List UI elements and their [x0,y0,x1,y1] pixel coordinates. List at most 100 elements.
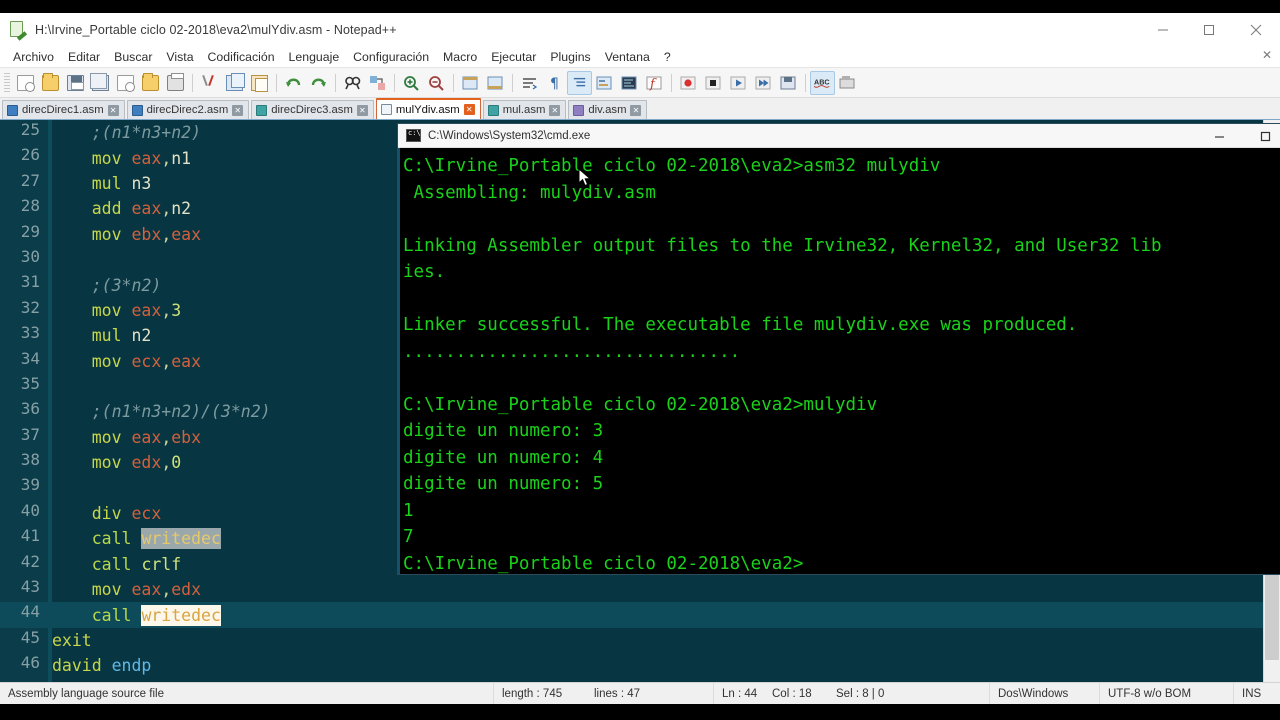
tab-direcdirec3[interactable]: direcDirec3.asm ✕ [251,100,374,119]
cmd-output-area[interactable]: C:\Irvine_Portable ciclo 02-2018\eva2>as… [398,148,1280,574]
toolbar-separator [453,73,454,92]
menu-item-macro[interactable]: Macro [436,48,484,66]
word-wrap-icon[interactable] [517,71,542,95]
close-document-button[interactable]: ✕ [1262,48,1272,62]
code-text: mov eax, ebx [91,427,202,447]
stop-macro-icon[interactable] [701,71,726,95]
tab-mulydiv[interactable]: mulYdiv.asm ✕ [375,98,481,119]
show-all-chars-icon[interactable]: ¶ [542,71,567,95]
menu-item-configuracion[interactable]: Configuración [346,48,436,66]
command-prompt-window[interactable]: C:\Windows\System32\cmd.exe C:\Irvine_Po… [398,124,1280,574]
menubar: Archivo Editar Buscar Vista Codificación… [0,46,1280,68]
code-text: david endp [52,656,152,676]
tab-direcdirec2[interactable]: direcDirec2.asm ✕ [126,100,250,119]
status-eol: Dos\Windows [990,682,1100,705]
line-number: 33 [20,323,40,343]
play-macro-multiple-icon[interactable] [751,71,776,95]
toolbar-separator [805,73,806,92]
run-icon[interactable] [835,71,860,95]
redo-icon[interactable] [306,71,331,95]
cmd-minimize-button[interactable] [1196,124,1242,148]
copy-icon[interactable] [222,71,247,95]
sync-scroll-v-icon[interactable] [458,71,483,95]
line-number: 41 [20,526,40,546]
toolbar-grip[interactable] [4,72,10,93]
code-line[interactable]: 46 david endp [0,653,1280,678]
tab-label: mul.asm [502,104,546,116]
zoom-in-icon[interactable] [399,71,424,95]
close-file-icon[interactable] [113,71,138,95]
close-button[interactable] [1232,13,1280,46]
menu-item-ejecutar[interactable]: Ejecutar [484,48,543,66]
close-tab-icon[interactable]: ✕ [356,104,368,116]
save-icon[interactable] [63,71,88,95]
menu-item-buscar[interactable]: Buscar [107,48,159,66]
close-tab-icon[interactable]: ✕ [630,104,642,116]
code-text: mov ecx, eax [91,351,202,371]
find-icon[interactable] [340,71,365,95]
user-defined-dialog-icon[interactable] [592,71,617,95]
save-all-icon[interactable] [88,71,113,95]
toolbar-separator [671,73,672,92]
close-all-icon[interactable] [138,71,163,95]
indent-guide-icon[interactable] [567,70,592,95]
undo-icon[interactable] [281,71,306,95]
line-number: 32 [20,297,40,317]
record-macro-icon[interactable] [676,71,701,95]
cmd-maximize-button[interactable] [1242,124,1280,148]
tab-direcdirec1[interactable]: direcDirec1.asm ✕ [2,100,125,119]
minimize-button[interactable] [1140,13,1186,46]
close-tab-icon[interactable]: ✕ [107,104,119,116]
sync-scroll-h-icon[interactable] [483,71,508,95]
window-title: H:\Irvine_Portable ciclo 02-2018\eva2\mu… [35,22,397,37]
function-list-icon[interactable]: f [642,71,667,95]
code-text: mov eax, n1 [91,148,192,168]
menu-item-help[interactable]: ? [657,48,678,66]
status-ln: Ln : 44 [722,687,758,700]
tab-div[interactable]: div.asm ✕ [568,100,648,119]
print-icon[interactable] [163,71,188,95]
toolbar-separator [335,73,336,92]
cmd-line: C:\Irvine_Portable ciclo 02-2018\eva2>as… [403,156,941,176]
spellcheck-icon[interactable]: ABC [810,70,835,95]
menu-item-editar[interactable]: Editar [61,48,107,66]
titlebar: H:\Irvine_Portable ciclo 02-2018\eva2\mu… [0,13,1280,46]
paste-icon[interactable] [247,71,272,95]
file-icon [487,104,499,116]
maximize-button[interactable] [1186,13,1232,46]
status-length: length : 745 [502,687,563,700]
open-file-icon[interactable] [38,71,63,95]
status-col: Col : 18 [772,687,812,700]
line-number: 40 [20,500,40,520]
tab-mul[interactable]: mul.asm ✕ [482,100,567,119]
cut-icon[interactable] [197,71,222,95]
menu-item-plugins[interactable]: Plugins [543,48,597,66]
letterbox-top [0,0,1280,13]
menu-item-ventana[interactable]: Ventana [598,48,657,66]
save-macro-icon[interactable] [776,71,801,95]
tab-label: direcDirec3.asm [271,104,353,116]
menu-item-lenguaje[interactable]: Lenguaje [282,48,347,66]
line-number: 25 [20,120,40,139]
close-tab-icon[interactable]: ✕ [232,104,244,116]
code-line[interactable]: 43 mov eax, edx [0,577,1280,602]
code-line[interactable]: 44 call writedec [0,602,1280,628]
new-file-icon[interactable] [13,71,38,95]
menu-item-codificacion[interactable]: Codificación [201,48,282,66]
code-text: mov ebx, eax [91,224,202,244]
line-number: 26 [20,145,40,165]
play-macro-icon[interactable] [726,71,751,95]
zoom-out-icon[interactable] [424,71,449,95]
doc-map-icon[interactable] [617,71,642,95]
close-tab-icon[interactable]: ✕ [549,104,561,116]
line-number: 31 [20,272,40,292]
close-tab-icon[interactable]: ✕ [463,104,475,115]
code-text: div ecx [91,504,162,524]
code-line[interactable]: 45 exit [0,628,1280,653]
menu-item-vista[interactable]: Vista [159,48,200,66]
cmd-line: ................................ [403,341,741,362]
replace-icon[interactable] [365,71,390,95]
cmd-titlebar[interactable]: C:\Windows\System32\cmd.exe [398,124,1280,148]
menu-item-archivo[interactable]: Archivo [6,48,61,66]
line-number: 28 [20,196,40,216]
